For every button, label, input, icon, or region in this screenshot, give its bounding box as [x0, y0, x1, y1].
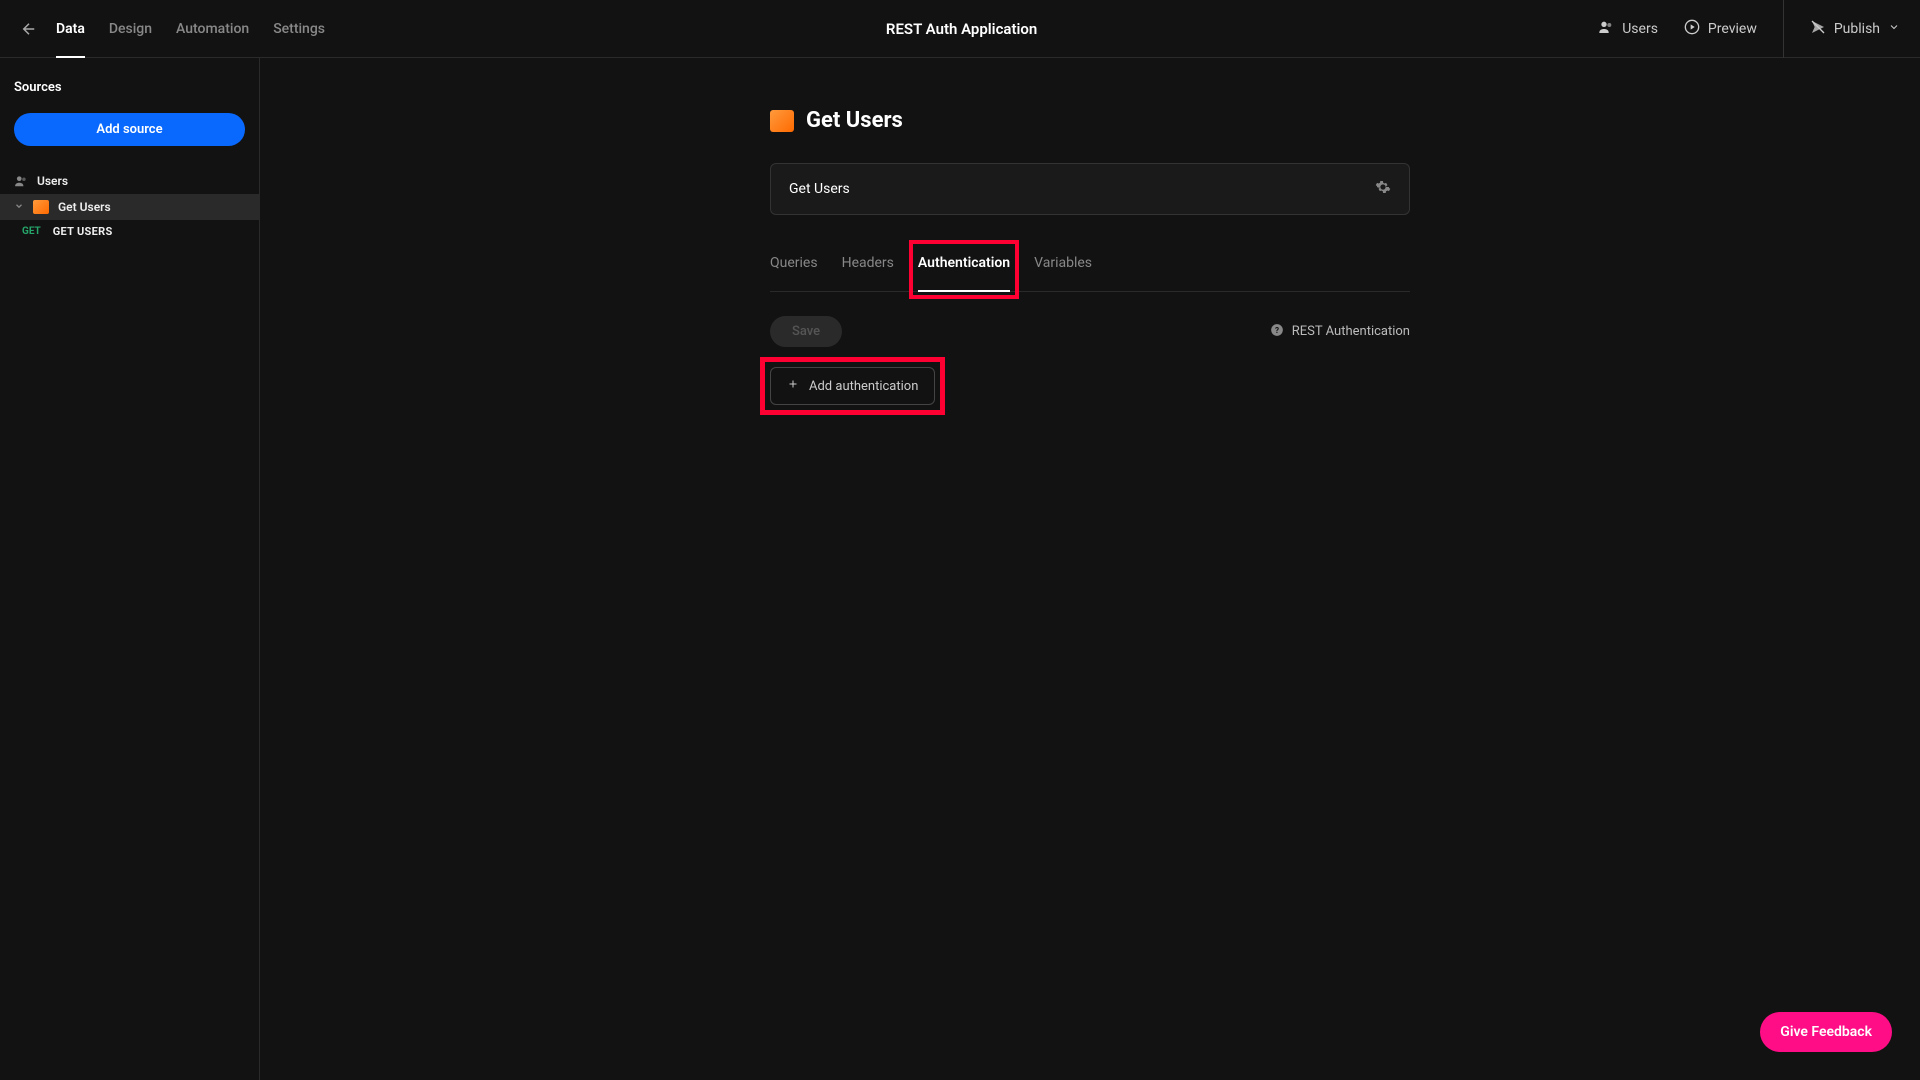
add-authentication-button[interactable]: Add authentication [770, 367, 935, 405]
publish-icon [1810, 19, 1826, 39]
body: Sources Add source Users Get Users GET G… [0, 58, 1920, 1080]
sidebar: Sources Add source Users Get Users GET G… [0, 58, 260, 1080]
http-method-badge: GET [22, 226, 41, 237]
save-button[interactable]: Save [770, 316, 842, 347]
sidebar-item-users[interactable]: Users [0, 168, 259, 194]
page-title-row: Get Users [770, 108, 1410, 133]
source-name-input[interactable] [789, 181, 1375, 197]
nav-tab-settings[interactable]: Settings [273, 0, 325, 58]
rest-source-icon [770, 110, 794, 132]
users-icon [14, 174, 28, 188]
add-auth-wrap: Add authentication [770, 367, 935, 405]
header-left: Data Design Automation Settings [20, 0, 325, 58]
nav-tab-design[interactable]: Design [109, 0, 152, 58]
preview-button[interactable]: Preview [1684, 19, 1757, 39]
config-tabs: Queries Headers Authentication Variables [770, 245, 1410, 292]
source-list: Users Get Users GET GET USERS [0, 168, 259, 243]
play-icon [1684, 19, 1700, 39]
app-title: REST Auth Application [325, 20, 1598, 38]
tab-headers[interactable]: Headers [842, 245, 894, 291]
users-button[interactable]: Users [1598, 19, 1658, 39]
publish-button[interactable]: Publish [1783, 0, 1900, 58]
svg-text:?: ? [1275, 324, 1279, 334]
publish-label: Publish [1834, 21, 1880, 37]
tab-action-row: Save ? REST Authentication [770, 316, 1410, 347]
help-link-label: REST Authentication [1292, 324, 1410, 339]
rest-auth-help-link[interactable]: ? REST Authentication [1270, 323, 1410, 341]
sidebar-item-get-users[interactable]: Get Users [0, 194, 259, 220]
preview-label: Preview [1708, 21, 1757, 37]
page-title: Get Users [806, 108, 903, 133]
main-area: Get Users Queries Headers Authentication… [260, 58, 1920, 1080]
back-icon[interactable] [20, 20, 38, 38]
rest-source-icon [33, 200, 49, 214]
sidebar-title: Sources [0, 74, 259, 113]
give-feedback-button[interactable]: Give Feedback [1760, 1012, 1892, 1052]
sidebar-item-label: Users [37, 174, 68, 188]
chevron-down-icon [14, 201, 24, 214]
sidebar-item-label: Get Users [58, 200, 111, 214]
source-name-field[interactable] [770, 163, 1410, 215]
add-source-button[interactable]: Add source [14, 113, 245, 146]
help-icon: ? [1270, 323, 1284, 341]
users-icon [1598, 19, 1614, 39]
nav-tab-data[interactable]: Data [56, 0, 85, 58]
content: Get Users Queries Headers Authentication… [770, 108, 1410, 405]
tab-label: Authentication [918, 255, 1010, 271]
sidebar-endpoint-get-users[interactable]: GET GET USERS [0, 220, 259, 243]
endpoint-name: GET USERS [53, 225, 113, 238]
add-auth-label: Add authentication [809, 379, 918, 394]
users-label: Users [1622, 21, 1658, 37]
app-header: Data Design Automation Settings REST Aut… [0, 0, 1920, 58]
header-right: Users Preview Publish [1598, 0, 1900, 58]
nav-tab-automation[interactable]: Automation [176, 0, 249, 58]
plus-icon [787, 378, 799, 394]
nav-tabs: Data Design Automation Settings [56, 0, 325, 58]
tab-variables[interactable]: Variables [1034, 245, 1092, 291]
chevron-down-icon [1888, 21, 1900, 37]
tab-queries[interactable]: Queries [770, 245, 818, 291]
tab-authentication[interactable]: Authentication [918, 245, 1010, 291]
gear-icon[interactable] [1375, 179, 1391, 199]
